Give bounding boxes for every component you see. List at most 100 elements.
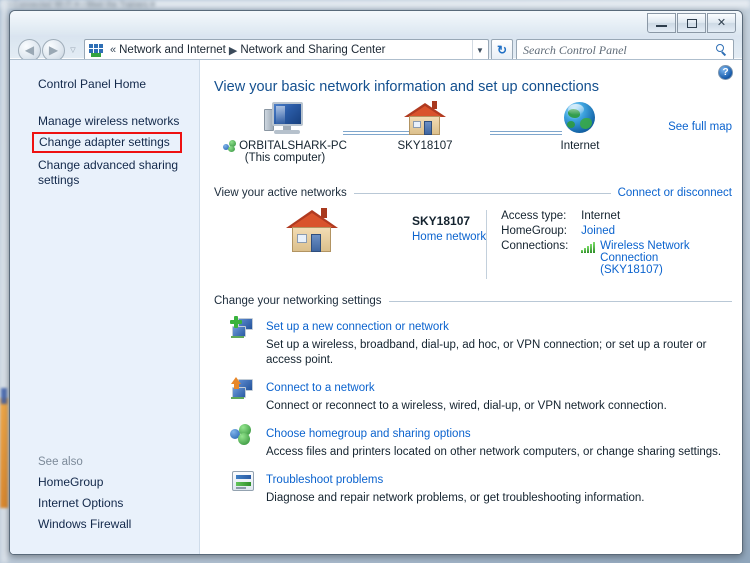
address-bar[interactable]: « Network and Internet ▶ Network and Sha… <box>84 39 489 61</box>
property-label-homegroup: HomeGroup: <box>501 225 567 237</box>
highlight-box-change-adapter-settings: Change adapter settings <box>32 132 182 153</box>
search-box[interactable] <box>516 39 734 61</box>
connection-ssid[interactable]: (SKY18107) <box>600 264 663 276</box>
search-input[interactable] <box>521 41 716 59</box>
network-places-icon <box>88 42 104 58</box>
window-body: Control Panel Home Manage wireless netwo… <box>10 59 742 554</box>
active-network-properties: Access type: Internet HomeGroup: Joined … <box>486 210 742 279</box>
add-connection-icon <box>230 316 256 341</box>
setting-body: Troubleshoot problems Diagnose and repai… <box>266 470 724 506</box>
setting-desc-troubleshoot-problems: Diagnose and repair network problems, or… <box>266 492 645 504</box>
setting-title-setup-new-connection[interactable]: Set up a new connection or network <box>266 321 449 333</box>
property-value-connections: Wireless Network Connection (SKY18107) <box>581 240 742 276</box>
setting-item-troubleshoot-problems[interactable]: Troubleshoot problems Diagnose and repai… <box>200 460 742 506</box>
sidebar-item-control-panel-home[interactable]: Control Panel Home <box>10 74 199 95</box>
refresh-button[interactable]: ↻ <box>491 39 513 61</box>
network-map: ORBITALSHARK-PC (This computer) SKY18107 <box>200 101 742 183</box>
property-value-homegroup-link[interactable]: Joined <box>581 225 615 237</box>
property-label-connections: Connections: <box>501 240 569 252</box>
minimize-icon <box>656 25 667 27</box>
property-label-access-type: Access type: <box>501 210 567 222</box>
setting-desc-setup-new-connection: Set up a wireless, broadband, dial-up, a… <box>266 339 707 366</box>
setting-body: Set up a new connection or network Set u… <box>266 317 724 368</box>
connection-name[interactable]: Wireless Network Connection <box>600 240 689 264</box>
setting-body: Connect to a network Connect or reconnec… <box>266 378 724 414</box>
active-network-name: SKY18107 <box>412 214 471 228</box>
sidebar-item-manage-wireless-networks[interactable]: Manage wireless networks <box>10 111 199 132</box>
sidebar-item-internet-options[interactable]: Internet Options <box>10 493 199 514</box>
setting-title-connect-to-network[interactable]: Connect to a network <box>266 382 375 394</box>
search-icon <box>716 43 729 57</box>
active-network-identity: SKY18107 Home network <box>222 208 486 279</box>
house-icon <box>284 208 340 254</box>
sidebar-item-windows-firewall[interactable]: Windows Firewall <box>10 514 199 535</box>
setting-body: Choose homegroup and sharing options Acc… <box>266 424 724 460</box>
sharing-icon <box>223 140 237 152</box>
close-icon: ✕ <box>716 16 727 29</box>
sidebar-item-homegroup[interactable]: HomeGroup <box>10 472 199 493</box>
map-node-sublabel-pc: (This computer) <box>244 152 326 164</box>
sidebar-item-change-adapter-settings[interactable]: Change adapter settings <box>34 134 180 151</box>
change-settings-title: Change your networking settings <box>214 295 382 307</box>
setting-title-choose-homegroup[interactable]: Choose homegroup and sharing options <box>266 428 471 440</box>
window-caption-buttons: ✕ <box>647 13 736 33</box>
breadcrumb-network-and-internet[interactable]: Network and Internet <box>119 44 226 56</box>
page-title: View your basic network information and … <box>214 79 600 95</box>
map-node-label-internet: Internet <box>560 140 600 152</box>
map-node-internet[interactable]: Internet <box>505 101 655 152</box>
back-icon: ◀ <box>24 43 35 57</box>
active-network-row: SKY18107 Home network Access type: Inter… <box>200 208 742 279</box>
main-content-pane: ? View your basic network information an… <box>200 60 742 554</box>
background-blue-accent <box>1 388 7 404</box>
setting-item-connect-to-network[interactable]: Connect to a network Connect or reconnec… <box>200 368 742 414</box>
connect-network-icon <box>230 377 256 402</box>
setting-desc-choose-homegroup: Access files and printers located on oth… <box>266 446 722 458</box>
refresh-icon: ↻ <box>496 43 508 57</box>
setting-title-troubleshoot-problems[interactable]: Troubleshoot problems <box>266 474 383 486</box>
chevron-down-icon[interactable]: ▼ <box>472 40 487 60</box>
help-icon[interactable]: ? <box>718 65 733 80</box>
see-also-section: See also HomeGroup Internet Options Wind… <box>10 456 199 535</box>
active-networks-header: View your active networks Connect or dis… <box>200 187 742 199</box>
see-also-title: See also <box>38 456 83 468</box>
troubleshoot-icon <box>230 470 256 494</box>
active-networks-section: View your active networks Connect or dis… <box>200 187 742 279</box>
header-divider-line <box>353 192 611 194</box>
setting-item-choose-homegroup[interactable]: Choose homegroup and sharing options Acc… <box>200 414 742 460</box>
active-networks-title: View your active networks <box>214 187 347 199</box>
breadcrumb-overflow-chevron[interactable]: « <box>110 44 116 56</box>
content-bottom-area <box>200 536 742 554</box>
change-settings-section: Change your networking settings Set up a… <box>200 295 742 506</box>
breadcrumb-network-and-sharing-center[interactable]: Network and Sharing Center <box>240 44 385 56</box>
map-node-network[interactable]: SKY18107 <box>350 101 500 152</box>
active-network-text: SKY18107 Home network <box>412 208 486 243</box>
background-orange-accent <box>0 398 8 508</box>
connection-link-text[interactable]: Wireless Network Connection (SKY18107) <box>600 240 742 276</box>
maximize-button[interactable] <box>677 13 706 33</box>
map-node-label-row: ORBITALSHARK-PC <box>210 140 360 152</box>
task-pane-sidebar: Control Panel Home Manage wireless netwo… <box>10 60 200 554</box>
map-node-label-network: SKY18107 <box>397 140 453 152</box>
wifi-signal-icon <box>581 242 596 253</box>
breadcrumb-separator-icon[interactable]: ▶ <box>229 44 237 57</box>
maximize-icon <box>686 18 697 28</box>
network-sharing-center-window: ✕ ◀ ▶ ▽ « Network and Internet ▶ Network… <box>9 10 743 555</box>
recent-pages-button[interactable]: ▽ <box>67 46 79 54</box>
see-full-map-link[interactable]: See full map <box>668 121 732 133</box>
sidebar-item-change-advanced-sharing-settings[interactable]: Change advanced sharing settings <box>10 155 199 191</box>
close-button[interactable]: ✕ <box>707 13 736 33</box>
setting-item-setup-new-connection[interactable]: Set up a new connection or network Set u… <box>200 307 742 368</box>
active-network-type-link[interactable]: Home network <box>412 231 486 243</box>
globe-icon <box>562 101 598 137</box>
minimize-button[interactable] <box>647 13 676 33</box>
house-icon <box>403 101 447 137</box>
map-node-this-computer[interactable]: ORBITALSHARK-PC (This computer) <box>210 101 360 164</box>
homegroup-icon <box>230 424 256 448</box>
property-value-access-type: Internet <box>581 210 621 222</box>
setting-desc-connect-to-network: Connect or reconnect to a wireless, wire… <box>266 400 667 412</box>
forward-icon: ▶ <box>48 43 59 57</box>
connect-or-disconnect-link[interactable]: Connect or disconnect <box>618 187 732 199</box>
computer-monitor-icon <box>264 101 306 137</box>
property-access-type: Access type: Internet <box>501 210 742 222</box>
change-settings-header: Change your networking settings <box>200 295 742 307</box>
